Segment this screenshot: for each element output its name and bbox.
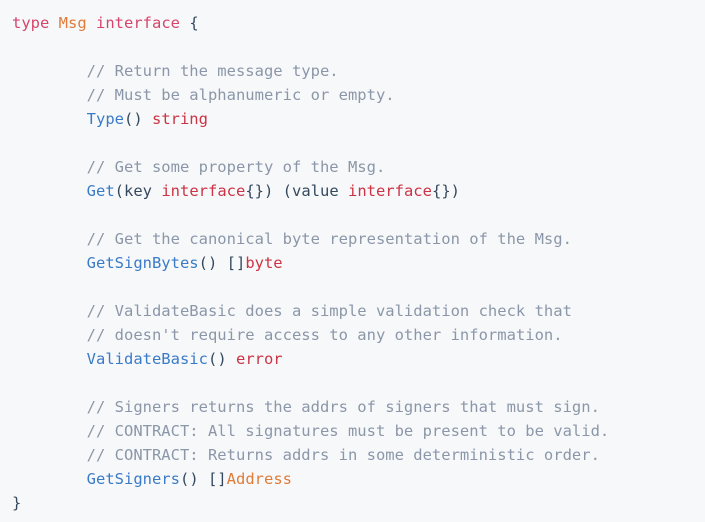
code-token-comment: // Get some property of the Msg. (12, 158, 386, 176)
code-line: // Return the message type. (0, 59, 705, 83)
code-token-type: error (235, 350, 283, 368)
code-token-comment: // Get the canonical byte representation… (12, 230, 572, 248)
code-token-punct: () (123, 110, 152, 128)
code-token-comment: // CONTRACT: Returns addrs in some deter… (12, 446, 600, 464)
code-line: // doesn't require access to any other i… (0, 323, 705, 347)
code-line: GetSigners() []Address (0, 467, 705, 491)
code-line: // CONTRACT: All signatures must be pres… (0, 419, 705, 443)
code-token-comment: // Signers returns the addrs of signers … (12, 398, 600, 416)
code-token-keyword: interface (96, 14, 181, 32)
code-token-punct: { (180, 14, 199, 32)
code-token-comment: // CONTRACT: All signatures must be pres… (12, 422, 610, 440)
code-line: // Signers returns the addrs of signers … (0, 395, 705, 419)
code-token-ident: Address (226, 470, 292, 488)
code-token-punct: () (207, 350, 236, 368)
code-token-type: byte (245, 254, 283, 272)
code-token-punct: {}) (431, 182, 460, 200)
code-line: GetSignBytes() []byte (0, 251, 705, 275)
code-line: type Msg interface { (0, 11, 705, 35)
code-token-func: ValidateBasic (86, 350, 208, 368)
code-token-comment: // Must be alphanumeric or empty. (12, 86, 395, 104)
code-token-keyword: type (12, 14, 50, 32)
code-line: // Get the canonical byte representation… (0, 227, 705, 251)
code-line: ValidateBasic() error (0, 347, 705, 371)
code-token-func: Get (86, 182, 115, 200)
code-token-comment: // ValidateBasic does a simple validatio… (12, 302, 572, 320)
code-line: } (0, 491, 705, 515)
code-line: // CONTRACT: Returns addrs in some deter… (0, 443, 705, 467)
code-token-func: GetSignBytes (86, 254, 199, 272)
code-line: Type() string (0, 107, 705, 131)
code-token-punct: () [] (198, 254, 246, 272)
code-token-punct: {}) (value (245, 182, 348, 200)
code-token-punct: (key (114, 182, 162, 200)
code-token-func: GetSigners (86, 470, 180, 488)
code-token-ident: Msg (58, 14, 87, 32)
code-token-comment: // Return the message type. (12, 62, 339, 80)
code-token-type: interface (347, 182, 432, 200)
code-token-punct: () [] (179, 470, 227, 488)
code-block[interactable]: type Msg interface { // Return the messa… (0, 0, 705, 522)
code-token-type: interface (161, 182, 246, 200)
code-token-func: Type (86, 110, 124, 128)
code-token-comment: // doesn't require access to any other i… (12, 326, 563, 344)
code-token-type: string (151, 110, 208, 128)
code-line: Get(key interface{}) (value interface{}) (0, 179, 705, 203)
code-token-punct: } (12, 494, 22, 512)
code-line: // Get some property of the Msg. (0, 155, 705, 179)
code-line: // Must be alphanumeric or empty. (0, 83, 705, 107)
code-line: // ValidateBasic does a simple validatio… (0, 299, 705, 323)
